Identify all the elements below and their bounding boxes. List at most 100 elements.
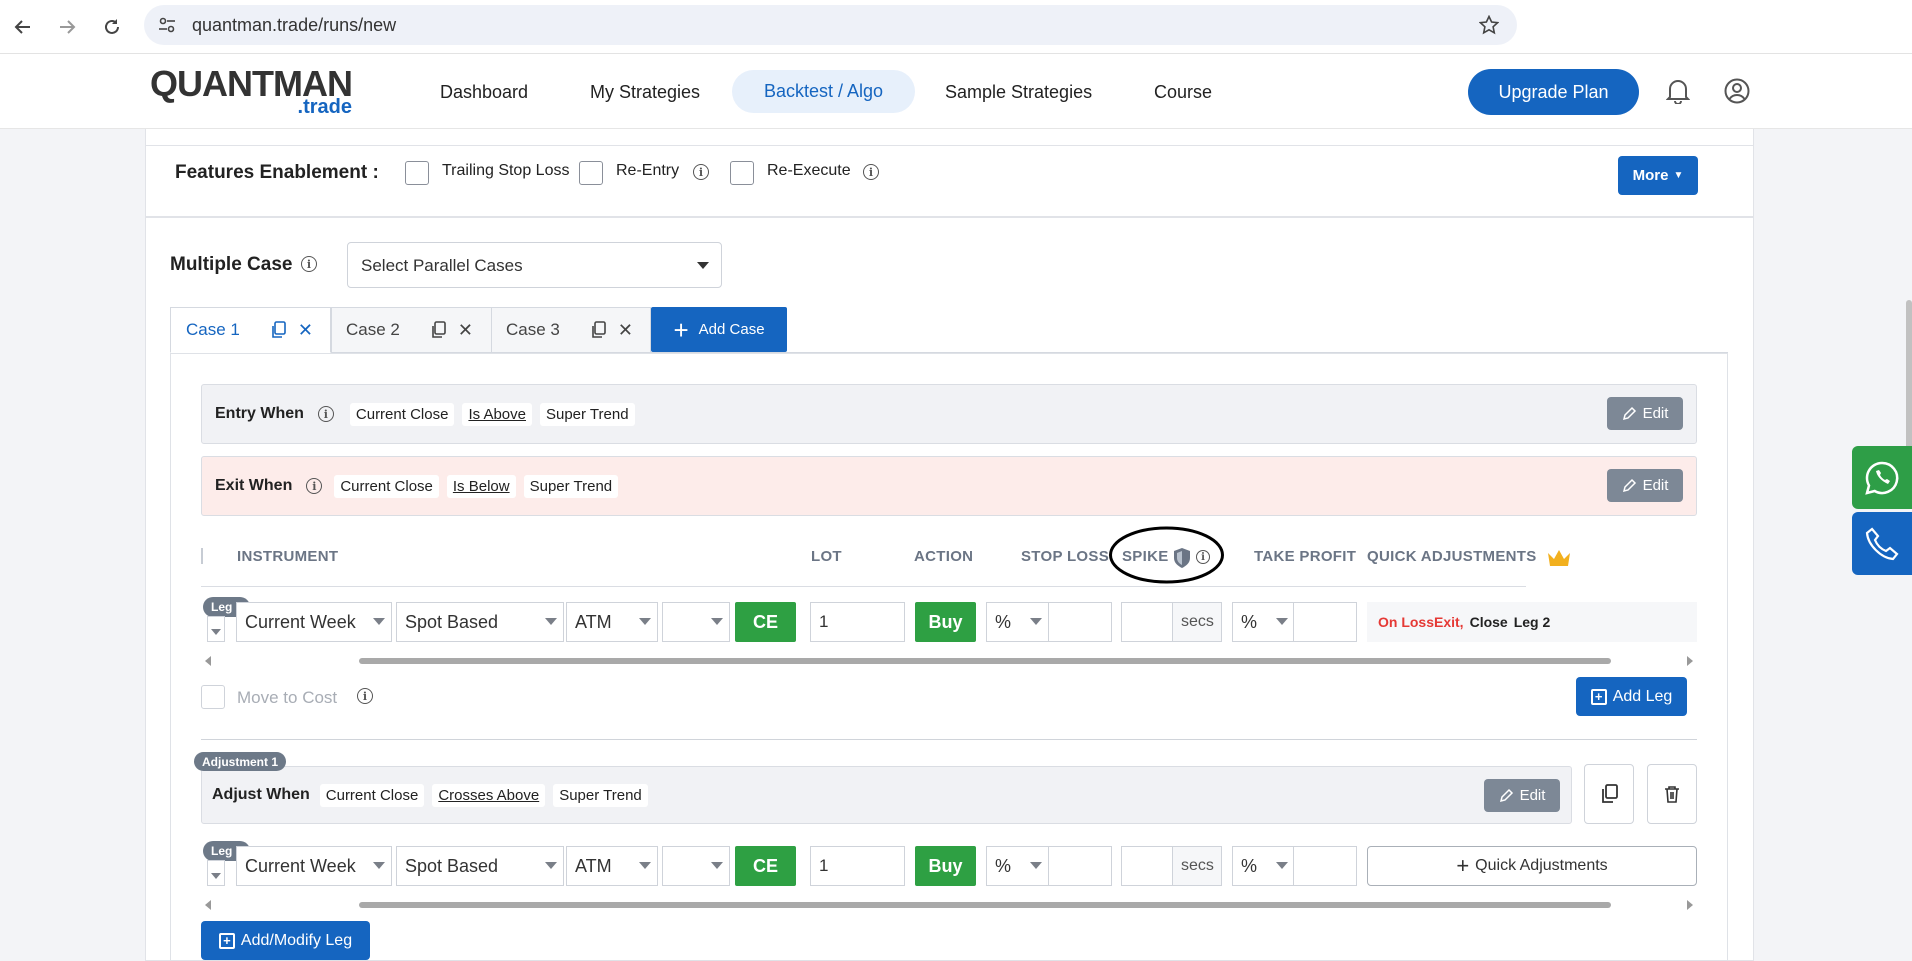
- leg-2-collapse[interactable]: [207, 860, 225, 886]
- adjust-chip-operand[interactable]: Current Close: [319, 783, 425, 807]
- page-scrollbar[interactable]: [1906, 300, 1912, 450]
- info-icon[interactable]: i: [357, 688, 373, 704]
- leg-1-option-type-button[interactable]: CE: [735, 602, 796, 642]
- close-icon[interactable]: ✕: [298, 320, 313, 341]
- close-icon[interactable]: ✕: [458, 320, 473, 341]
- info-icon[interactable]: i: [301, 256, 317, 272]
- url-text[interactable]: quantman.trade/runs/new: [192, 15, 396, 36]
- exit-chip-operand[interactable]: Current Close: [334, 474, 439, 498]
- add-modify-leg-button[interactable]: + Add/Modify Leg: [201, 921, 370, 960]
- entry-chip-operand[interactable]: Current Close: [349, 402, 455, 426]
- leg-2-tp-type-select[interactable]: %: [1232, 846, 1295, 886]
- copy-icon[interactable]: [430, 321, 446, 339]
- reload-icon[interactable]: [97, 12, 127, 42]
- chevron-down-icon: [373, 618, 385, 625]
- adjust-chip-comparison[interactable]: Crosses Above: [432, 783, 546, 807]
- adjust-chip-indicator[interactable]: Super Trend: [553, 783, 648, 807]
- leg-1-quick-adjustment-summary[interactable]: On LossExit, Close Leg 2: [1367, 602, 1697, 642]
- leg-2-sl-type-select[interactable]: %: [986, 846, 1049, 886]
- leg-2-spike-input[interactable]: [1121, 846, 1173, 886]
- leg-1-sl-value-input[interactable]: [1048, 602, 1112, 642]
- close-icon[interactable]: ✕: [618, 320, 633, 341]
- add-case-button[interactable]: + Add Case: [651, 307, 787, 352]
- leg-1-tp-type-select[interactable]: %: [1232, 602, 1295, 642]
- adjustment-delete-button[interactable]: [1647, 764, 1697, 824]
- nav-dashboard[interactable]: Dashboard: [440, 82, 528, 103]
- leg-1-lot-input[interactable]: 1: [810, 602, 905, 642]
- nav-my-strategies[interactable]: My Strategies: [590, 82, 700, 103]
- move-to-cost-checkbox[interactable]: [201, 685, 225, 709]
- info-icon[interactable]: i: [863, 164, 879, 180]
- leg-2-expiry-select[interactable]: Current Week: [236, 846, 392, 886]
- info-icon[interactable]: i: [306, 478, 323, 494]
- add-leg-button[interactable]: + Add Leg: [1576, 677, 1687, 716]
- scroll-left-icon[interactable]: [205, 900, 211, 910]
- leg-1-action-button[interactable]: Buy: [915, 602, 976, 642]
- leg-2-strike-type-select[interactable]: Spot Based: [396, 846, 564, 886]
- nav-backtest-algo[interactable]: Backtest / Algo: [732, 70, 915, 113]
- parallel-cases-select[interactable]: Select Parallel Cases: [347, 242, 722, 288]
- leg-1-collapse[interactable]: [207, 616, 225, 642]
- nav-sample-strategies[interactable]: Sample Strategies: [945, 82, 1092, 103]
- leg-2-option-type-button[interactable]: CE: [735, 846, 796, 886]
- scroll-left-icon[interactable]: [205, 656, 211, 666]
- tab-case-3[interactable]: Case 3 ✕: [491, 307, 651, 353]
- leg-2-action-button[interactable]: Buy: [915, 846, 976, 886]
- site-settings-icon[interactable]: [158, 16, 176, 34]
- adjustment-edit-button[interactable]: Edit: [1484, 779, 1560, 812]
- leg-1-spike-input[interactable]: [1121, 602, 1173, 642]
- leg-2-horizontal-scrollbar[interactable]: [359, 902, 1611, 908]
- tab-case-2[interactable]: Case 2 ✕: [331, 307, 492, 353]
- scroll-right-icon[interactable]: [1687, 900, 1693, 910]
- leg-1-horizontal-scrollbar[interactable]: [359, 658, 1611, 664]
- re-execute-checkbox[interactable]: [730, 161, 754, 185]
- user-icon[interactable]: [1724, 78, 1750, 104]
- copy-icon[interactable]: [270, 321, 286, 339]
- leg-2-tp-value-input[interactable]: [1293, 846, 1357, 886]
- strike-type-value: Spot Based: [405, 611, 499, 632]
- back-arrow-icon[interactable]: [8, 12, 38, 42]
- exit-chip-comparison[interactable]: Is Below: [446, 474, 516, 498]
- whatsapp-button[interactable]: [1852, 446, 1912, 509]
- leg-2-quick-adjustments-button[interactable]: + Quick Adjustments: [1367, 846, 1697, 886]
- trailing-stop-loss-checkbox[interactable]: [405, 161, 429, 185]
- quantman-logo[interactable]: QUANTMAN .trade: [150, 66, 353, 118]
- leg-1-sl-type-select[interactable]: %: [986, 602, 1049, 642]
- entry-edit-button[interactable]: Edit: [1607, 397, 1683, 430]
- leg-1-tp-value-input[interactable]: [1293, 602, 1357, 642]
- leg-2-strike-offset-select[interactable]: [662, 846, 730, 886]
- adjustment-copy-button[interactable]: [1584, 764, 1634, 824]
- phone-button[interactable]: [1852, 512, 1912, 575]
- bell-icon[interactable]: [1666, 78, 1690, 104]
- star-icon[interactable]: [1479, 15, 1499, 35]
- exit-chip-indicator[interactable]: Super Trend: [523, 474, 619, 498]
- info-icon[interactable]: i: [693, 164, 709, 180]
- copy-icon[interactable]: [590, 321, 606, 339]
- leg-1-strike-offset-select[interactable]: [662, 602, 730, 642]
- leg-1-strike-select[interactable]: ATM: [566, 602, 658, 642]
- leg-1-expiry-select[interactable]: Current Week: [236, 602, 392, 642]
- chevron-down-icon: [373, 862, 385, 869]
- leg-2-sl-value-input[interactable]: [1048, 846, 1112, 886]
- exit-edit-button[interactable]: Edit: [1607, 469, 1683, 502]
- more-button[interactable]: More ▼: [1618, 156, 1698, 195]
- address-bar[interactable]: quantman.trade/runs/new: [144, 5, 1517, 45]
- upgrade-plan-button[interactable]: Upgrade Plan: [1468, 69, 1639, 115]
- more-label: More: [1632, 167, 1669, 184]
- info-icon[interactable]: i: [317, 406, 334, 422]
- entry-chip-comparison[interactable]: Is Above: [462, 402, 532, 426]
- adjustment-condition-row: Adjust When Current Close Crosses Above …: [201, 766, 1572, 824]
- tp-type-value: %: [1241, 611, 1258, 632]
- scroll-right-icon[interactable]: [1687, 656, 1693, 666]
- sl-type-value: %: [995, 611, 1012, 632]
- nav-course[interactable]: Course: [1154, 82, 1212, 103]
- section-divider: [201, 739, 1697, 740]
- entry-chip-indicator[interactable]: Super Trend: [539, 402, 635, 426]
- col-stop-loss: STOP LOSS: [1021, 548, 1110, 565]
- leg-1-strike-type-select[interactable]: Spot Based: [396, 602, 564, 642]
- leg-2-strike-select[interactable]: ATM: [566, 846, 658, 886]
- leg-2-lot-input[interactable]: 1: [810, 846, 905, 886]
- tab-case-1[interactable]: Case 1 ✕: [170, 307, 331, 353]
- re-entry-checkbox[interactable]: [579, 161, 603, 185]
- forward-arrow-icon[interactable]: [52, 12, 82, 42]
